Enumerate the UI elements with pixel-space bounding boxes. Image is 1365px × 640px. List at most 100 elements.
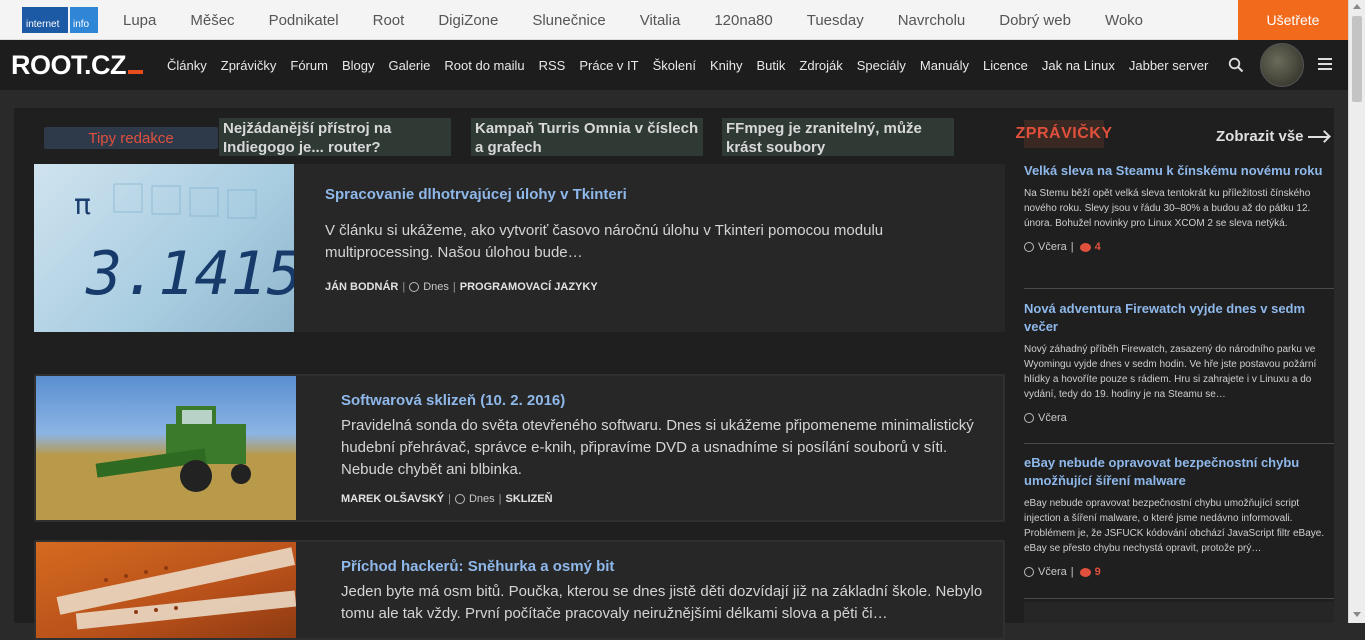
news-item: eBay nebude opravovat bezpečnostní chybu…: [1024, 454, 1334, 578]
clock-icon: [1024, 567, 1034, 577]
nav-item-root-do-mailu[interactable]: Root do mailu: [437, 58, 531, 73]
nav-links: Články Zprávičky Fórum Blogy Galerie Roo…: [160, 40, 1215, 90]
nav-item-zpravicky[interactable]: Zprávičky: [214, 58, 284, 73]
nav-item-knihy[interactable]: Knihy: [703, 58, 750, 73]
article-meta: MAREK OLŠAVSKÝ | Dnes | SKLIZEŇ: [341, 493, 553, 505]
nav-item-butik[interactable]: Butik: [750, 58, 793, 73]
article-title[interactable]: Příchod hackerů: Sněhurka a osmý bit: [341, 558, 983, 575]
news-date: Včera: [1038, 566, 1067, 578]
clock-icon: [454, 494, 465, 504]
news-meta: Včera: [1024, 412, 1334, 424]
comment-count[interactable]: 4: [1095, 241, 1101, 253]
news-title[interactable]: eBay nebude opravovat bezpečnostní chybu…: [1024, 454, 1334, 490]
hamburger-menu-icon[interactable]: [1318, 58, 1332, 70]
article-date: Dnes: [423, 281, 449, 293]
scrollbar-thumb[interactable]: [1352, 16, 1362, 102]
news-title[interactable]: Velká sleva na Steamu k čínskému novému …: [1024, 162, 1334, 180]
network-link-tuesday[interactable]: Tuesday: [790, 12, 881, 29]
article-meta: JÁN BODNÁR | Dnes | PROGRAMOVACÍ JAZYKY: [325, 281, 598, 293]
user-avatar[interactable]: [1260, 43, 1304, 87]
network-link-woko[interactable]: Woko: [1088, 12, 1160, 29]
network-link-root[interactable]: Root: [356, 12, 422, 29]
network-link-navrcholu[interactable]: Navrcholu: [881, 12, 983, 29]
network-link-lupa[interactable]: Lupa: [106, 12, 173, 29]
save-button[interactable]: Ušetřete: [1238, 0, 1348, 40]
network-links: Lupa Měšec Podnikatel Root DigiZone Slun…: [106, 0, 1160, 40]
nav-item-zdrojak[interactable]: Zdroják: [792, 58, 849, 73]
logo-part-internet: internet: [22, 7, 68, 33]
arrow-right-icon: [1307, 136, 1328, 139]
logo-underscore-icon: [128, 70, 143, 74]
article-perex: Pravidelná sonda do světa otevřeného sof…: [341, 417, 974, 478]
site-logo[interactable]: ROOT.CZ: [11, 50, 143, 81]
tip-link-router[interactable]: Nejžádanější přístroj na Indiegogo je...…: [219, 118, 451, 156]
tips-section: Tipy redakce: [44, 118, 218, 158]
article-card: π 3.14159 Spracovanie dlhotrvajúcej úloh…: [34, 164, 1005, 332]
scroll-up-arrow-icon[interactable]: [1353, 4, 1361, 9]
network-link-podnikatel[interactable]: Podnikatel: [252, 12, 356, 29]
network-link-mesec[interactable]: Měšec: [173, 12, 251, 29]
article-thumbnail-punched-tape[interactable]: [36, 542, 296, 638]
news-meta: Včera | 4: [1024, 241, 1334, 253]
network-link-dobry-web[interactable]: Dobrý web: [982, 12, 1088, 29]
article-author[interactable]: JÁN BODNÁR: [325, 281, 398, 293]
nav-item-licence[interactable]: Licence: [976, 58, 1035, 73]
comment-icon[interactable]: [1079, 567, 1091, 577]
page-scrollbar[interactable]: [1348, 0, 1365, 623]
nav-item-jabber-server[interactable]: Jabber server: [1122, 58, 1215, 73]
nav-item-galerie[interactable]: Galerie: [381, 58, 437, 73]
article-perex: V článku si ukážeme, ako vytvoriť časovo…: [325, 222, 884, 261]
logo-part-info: info: [70, 7, 98, 33]
scroll-down-arrow-icon[interactable]: [1353, 612, 1361, 617]
search-icon[interactable]: [1228, 57, 1244, 73]
clock-icon: [409, 282, 420, 292]
news-text: eBay nebude opravovat bezpečnostní chybu…: [1024, 498, 1325, 554]
network-bar: internet info Lupa Měšec Podnikatel Root…: [0, 0, 1348, 40]
nav-item-prace-v-it[interactable]: Práce v IT: [572, 58, 645, 73]
network-link-vitalia[interactable]: Vitalia: [623, 12, 698, 29]
news-date: Včera: [1038, 241, 1067, 253]
nav-item-skoleni[interactable]: Školení: [646, 58, 703, 73]
sidebar-heading[interactable]: ZPRÁVIČKY: [1016, 120, 1112, 148]
nav-item-clanky[interactable]: Články: [160, 58, 214, 73]
show-all-link[interactable]: Zobrazit vše: [1216, 128, 1328, 145]
article-title[interactable]: Spracovanie dlhotrvajúcej úlohy v Tkinte…: [325, 186, 985, 203]
nav-item-jak-na-linux[interactable]: Jak na Linux: [1035, 58, 1122, 73]
tips-label: Tipy redakce: [44, 127, 218, 149]
nav-item-blogy[interactable]: Blogy: [335, 58, 382, 73]
article-card: Softwarová sklizeň (10. 2. 2016) Pravide…: [34, 374, 1005, 522]
page-content: Tipy redakce Nejžádanější přístroj na In…: [14, 108, 1334, 640]
network-link-digizone[interactable]: DigiZone: [421, 12, 515, 29]
nav-item-forum[interactable]: Fórum: [283, 58, 335, 73]
news-divider: [1024, 598, 1334, 599]
article-card: Příchod hackerů: Sněhurka a osmý bit Jed…: [34, 540, 1005, 640]
calculator-readout: 3.14159: [85, 239, 294, 309]
news-divider: [1024, 443, 1334, 444]
nav-item-rss[interactable]: RSS: [532, 58, 573, 73]
news-text: Nový záhadný příběh Firewatch, zasazený …: [1024, 344, 1317, 400]
nav-item-specialy[interactable]: Speciály: [850, 58, 913, 73]
internet-info-logo[interactable]: internet info: [22, 7, 98, 33]
nav-item-manualy[interactable]: Manuály: [913, 58, 976, 73]
article-category[interactable]: SKLIZEŇ: [506, 493, 553, 505]
comment-icon[interactable]: [1079, 242, 1091, 252]
article-category[interactable]: PROGRAMOVACÍ JAZYKY: [460, 281, 598, 293]
network-link-slunecnice[interactable]: Slunečnice: [515, 12, 622, 29]
network-link-120na80[interactable]: 120na80: [697, 12, 789, 29]
news-text: Na Stemu běží opět velká sleva tentokrát…: [1024, 188, 1311, 229]
news-item: Velká sleva na Steamu k čínskému novému …: [1024, 162, 1334, 253]
clock-icon: [1024, 413, 1034, 423]
article-thumbnail-harvester[interactable]: [36, 376, 296, 520]
sidebar-bottom-strip: [1024, 602, 1334, 623]
article-author[interactable]: MAREK OLŠAVSKÝ: [341, 493, 444, 505]
comment-count[interactable]: 9: [1095, 566, 1101, 578]
news-meta: Včera | 9: [1024, 566, 1334, 578]
tip-link-ffmpeg[interactable]: FFmpeg je zranitelný, může krást soubory: [722, 118, 954, 156]
main-navigation: ROOT.CZ Články Zprávičky Fórum Blogy Gal…: [0, 40, 1348, 90]
news-title[interactable]: Nová adventura Firewatch vyjde dnes v se…: [1024, 300, 1334, 336]
article-date: Dnes: [468, 493, 495, 505]
article-title[interactable]: Softwarová sklizeň (10. 2. 2016): [341, 392, 983, 409]
tip-link-turris[interactable]: Kampaň Turris Omnia v číslech a grafech: [471, 118, 703, 156]
news-date: Včera: [1038, 412, 1067, 424]
article-thumbnail-calculator[interactable]: π 3.14159: [34, 164, 294, 332]
